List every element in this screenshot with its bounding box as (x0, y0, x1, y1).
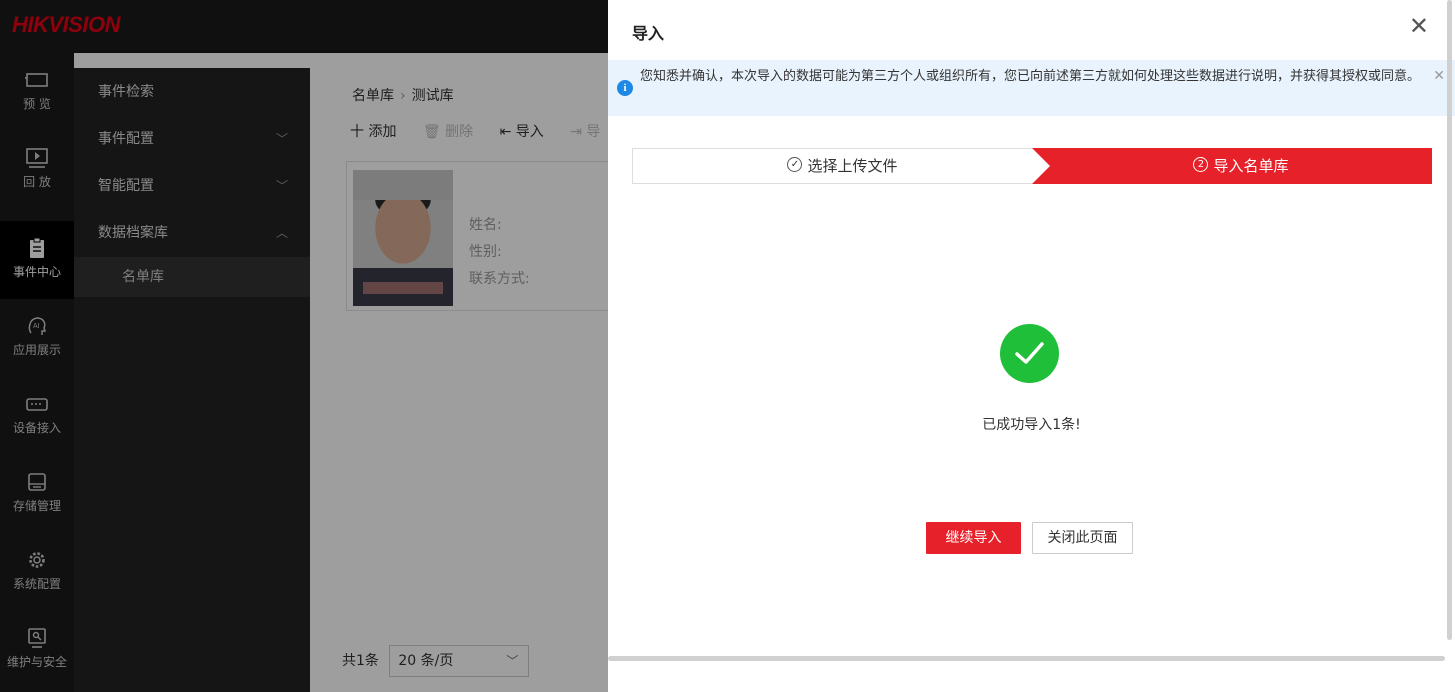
close-page-button[interactable]: 关闭此页面 (1032, 522, 1133, 554)
drawer-title: 导入 (632, 24, 665, 43)
notice-text: 您知悉并确认，本次导入的数据可能为第三方个人或组织所有，您已向前述第三方就如何处… (640, 69, 1421, 84)
step-import-list: 2 导入名单库 (1032, 148, 1432, 184)
vertical-scrollbar[interactable] (1447, 0, 1452, 640)
import-drawer: 导入 ✕ i 您知悉并确认，本次导入的数据可能为第三方个人或组织所有，您已向前述… (608, 0, 1455, 692)
step-number-icon: 2 (1193, 157, 1209, 172)
check-circle-icon: ✓ (787, 157, 803, 172)
modal-overlay[interactable] (0, 0, 608, 692)
step-label: 导入名单库 (1213, 157, 1289, 175)
notice-banner: i 您知悉并确认，本次导入的数据可能为第三方个人或组织所有，您已向前述第三方就如… (608, 60, 1455, 116)
success-message: 已成功导入1条! (982, 417, 1081, 433)
step-select-file: ✓ 选择上传文件 (632, 148, 1052, 184)
continue-import-button[interactable]: 继续导入 (926, 522, 1021, 554)
notice-close-icon[interactable]: ✕ (1433, 68, 1445, 84)
close-icon[interactable]: ✕ (1409, 14, 1429, 38)
step-label: 选择上传文件 (807, 157, 898, 175)
steps-bar: ✓ 选择上传文件 2 导入名单库 (632, 148, 1432, 184)
horizontal-scrollbar[interactable] (608, 656, 1445, 661)
success-check-icon (1000, 324, 1059, 383)
info-icon: i (617, 80, 633, 96)
